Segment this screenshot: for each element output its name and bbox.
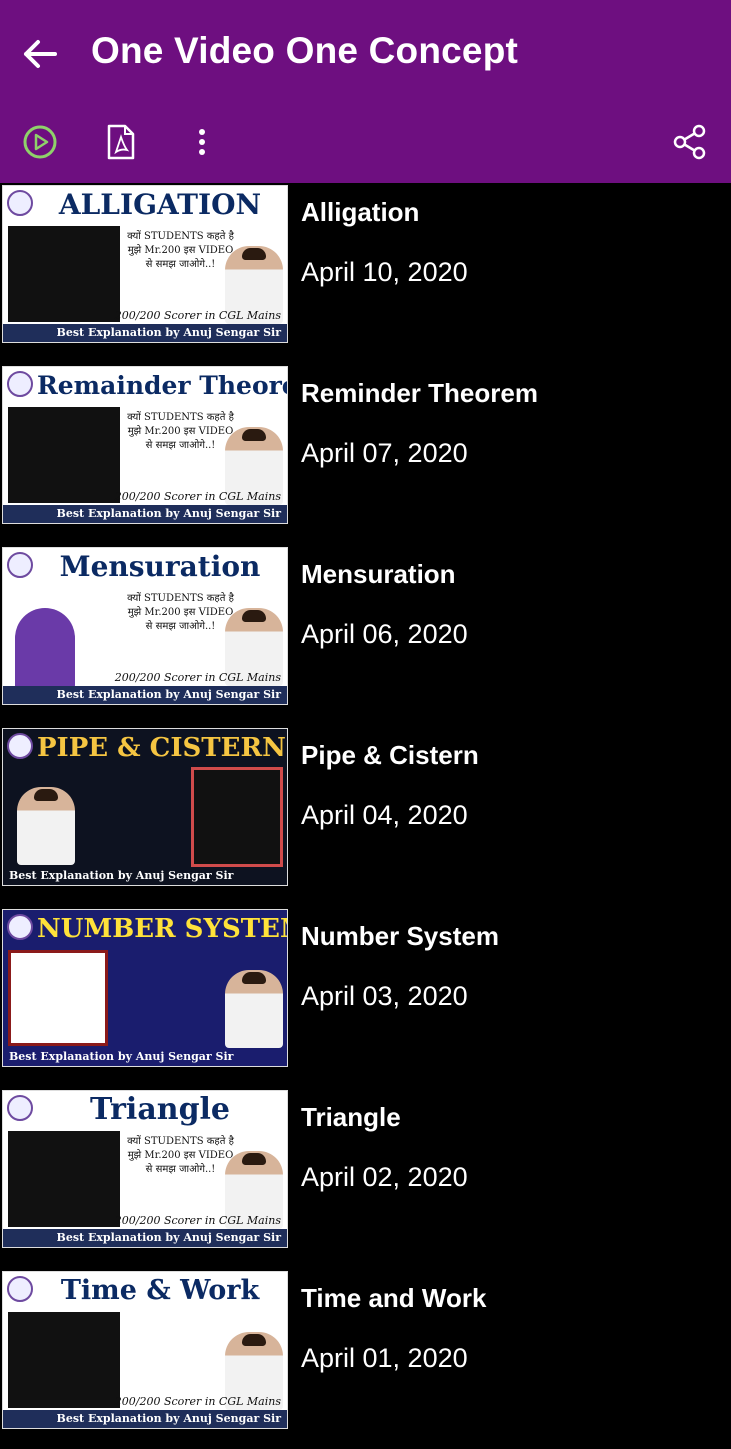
thumbnail-banner: Mensuration	[59, 550, 261, 583]
video-date: April 07, 2020	[301, 438, 468, 468]
thumbnail-banner: ALLIGATION	[58, 188, 262, 221]
thumbnail-score: 200/200 Scorer in CGL Mains	[114, 309, 281, 322]
video-date: April 10, 2020	[301, 257, 468, 287]
list-item[interactable]: ALLIGATION क्यों STUDENTS कहते है मुझे M…	[0, 183, 731, 363]
question-box	[191, 767, 283, 867]
play-all-button[interactable]	[18, 120, 62, 164]
video-thumbnail: Mensuration क्यों STUDENTS कहते है मुझे …	[2, 547, 288, 705]
thumbnail-hook: क्यों STUDENTS कहते है मुझे Mr.200 इस VI…	[127, 593, 234, 632]
channel-logo-icon	[7, 1276, 33, 1302]
channel-logo-icon	[7, 190, 33, 216]
video-thumbnail: Triangle क्यों STUDENTS कहते है मुझे Mr.…	[2, 1090, 288, 1248]
back-button[interactable]	[18, 32, 62, 76]
video-title: Triangle	[301, 1102, 401, 1132]
thumbnail-footer: Best Explanation by Anuj Sengar Sir	[3, 1229, 287, 1247]
thumbnail-banner: PIPE & CISTERN	[37, 733, 286, 763]
thumbnail-score: 200/200 Scorer in CGL Mains	[114, 671, 281, 684]
video-thumbnail: ALLIGATION क्यों STUDENTS कहते है मुझे M…	[2, 185, 288, 343]
video-thumbnail: PIPE & CISTERN Best Explanation by Anuj …	[2, 728, 288, 886]
thumbnail-banner: Triangle	[89, 1092, 231, 1127]
thumbnail-footer: Best Explanation by Anuj Sengar Sir	[3, 1410, 287, 1428]
pdf-icon	[107, 124, 135, 160]
more-options-button[interactable]	[180, 120, 224, 164]
list-item[interactable]: Mensuration क्यों STUDENTS कहते है मुझे …	[0, 545, 731, 725]
pdf-button[interactable]	[99, 120, 143, 164]
question-box	[8, 950, 108, 1046]
arrow-left-icon	[24, 40, 57, 68]
question-box	[8, 226, 120, 322]
video-title: Pipe & Cistern	[301, 740, 479, 770]
thumbnail-score: 200/200 Scorer in CGL Mains	[114, 1214, 281, 1227]
video-date: April 06, 2020	[301, 619, 468, 649]
thumbnail-footer: Best Explanation by Anuj Sengar Sir	[3, 505, 287, 523]
question-box	[8, 407, 120, 503]
page-title: One Video One Concept	[91, 30, 519, 71]
video-date: April 02, 2020	[301, 1162, 468, 1192]
share-icon	[673, 124, 706, 160]
play-circle-icon	[23, 125, 57, 159]
presenter-image	[17, 787, 75, 865]
list-item[interactable]: Time & Work 200/200 Scorer in CGL Mains …	[0, 1269, 731, 1449]
video-title: Mensuration	[301, 559, 456, 589]
thumbnail-footer: Best Explanation by Anuj Sengar Sir	[3, 686, 287, 704]
video-thumbnail: NUMBER SYSTEM Best Explanation by Anuj S…	[2, 909, 288, 1067]
channel-logo-icon	[7, 733, 33, 759]
video-date: April 01, 2020	[301, 1343, 468, 1373]
video-thumbnail: Time & Work 200/200 Scorer in CGL Mains …	[2, 1271, 288, 1429]
thumbnail-banner: NUMBER SYSTEM	[37, 914, 288, 944]
thumbnail-banner: Remainder Theorem	[37, 371, 287, 400]
channel-logo-icon	[7, 914, 33, 940]
channel-logo-icon	[7, 371, 33, 397]
question-box	[8, 1312, 120, 1408]
list-item[interactable]: Remainder Theorem क्यों STUDENTS कहते है…	[0, 364, 731, 544]
list-item[interactable]: Triangle क्यों STUDENTS कहते है मुझे Mr.…	[0, 1088, 731, 1268]
video-title: Alligation	[301, 197, 420, 227]
video-title: Reminder Theorem	[301, 378, 538, 408]
share-button[interactable]	[668, 120, 712, 164]
thumbnail-hook: क्यों STUDENTS कहते है मुझे Mr.200 इस VI…	[127, 231, 234, 270]
presenter-image	[225, 970, 283, 1048]
channel-logo-icon	[7, 1095, 33, 1121]
thumbnail-hook: क्यों STUDENTS कहते है मुझे Mr.200 इस VI…	[127, 1136, 234, 1175]
thumbnail-score: 200/200 Scorer in CGL Mains	[114, 490, 281, 503]
video-title: Number System	[301, 921, 499, 951]
question-box	[8, 1131, 120, 1227]
video-thumbnail: Remainder Theorem क्यों STUDENTS कहते है…	[2, 366, 288, 524]
more-vert-icon	[199, 129, 205, 155]
cylinder-graphic	[15, 608, 75, 693]
channel-logo-icon	[7, 552, 33, 578]
thumbnail-footer: Best Explanation by Anuj Sengar Sir (Mr.…	[3, 1048, 287, 1066]
video-date: April 03, 2020	[301, 981, 468, 1011]
thumbnail-score: 200/200 Scorer in CGL Mains	[114, 1395, 281, 1408]
thumbnail-footer: Best Explanation by Anuj Sengar Sir (Mr.…	[3, 867, 287, 885]
thumbnail-hook: क्यों STUDENTS कहते है मुझे Mr.200 इस VI…	[127, 412, 234, 451]
video-title: Time and Work	[301, 1283, 487, 1313]
thumbnail-footer: Best Explanation by Anuj Sengar Sir	[3, 324, 287, 342]
list-item[interactable]: NUMBER SYSTEM Best Explanation by Anuj S…	[0, 907, 731, 1087]
app-header: One Video One Concept	[0, 0, 731, 183]
thumbnail-banner: Time & Work	[60, 1275, 260, 1306]
video-date: April 04, 2020	[301, 800, 468, 830]
list-item[interactable]: PIPE & CISTERN Best Explanation by Anuj …	[0, 726, 731, 906]
